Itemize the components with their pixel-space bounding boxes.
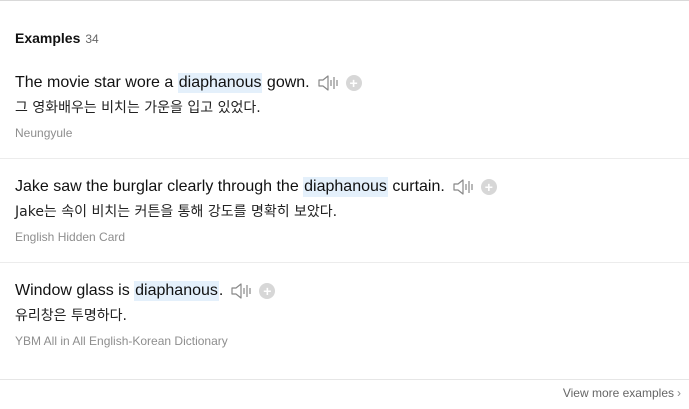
example-source: YBM All in All English-Korean Dictionary <box>15 334 228 348</box>
sentence-after: . <box>218 282 224 299</box>
example-sentence: Window glass is diaphanous. + <box>15 281 276 301</box>
sentence-after: curtain. <box>387 178 445 195</box>
chevron-right-icon: › <box>677 386 681 400</box>
examples-header: Examples 34 <box>15 30 99 46</box>
examples-count: 34 <box>85 32 99 46</box>
keyword-highlight: diaphanous <box>134 281 219 301</box>
keyword-highlight: diaphanous <box>303 177 388 197</box>
keyword-highlight: diaphanous <box>177 73 263 93</box>
example-sentence: The movie star wore a diaphanous gown. + <box>15 73 362 93</box>
speaker-icon[interactable] <box>229 281 253 301</box>
example-sentence: Jake saw the burglar clearly through the… <box>15 177 497 197</box>
sentence-before: Window glass is <box>15 282 135 299</box>
view-more-examples-link[interactable]: View more examples › <box>563 386 681 400</box>
section-title: Examples <box>15 30 81 46</box>
divider <box>0 262 689 263</box>
footer-divider <box>0 379 689 380</box>
example-source: Neungyule <box>15 126 73 140</box>
example-translation: Jake는 속이 비치는 커튼을 통해 강도를 명확히 보았다. <box>15 204 338 220</box>
example-source: English Hidden Card <box>15 230 126 244</box>
sentence-before: The movie star wore a <box>15 74 178 91</box>
example-translation: 유리창은 투명하다. <box>15 308 127 324</box>
sentence-before: Jake saw the burglar clearly through the <box>15 178 304 195</box>
example-translation: 그 영화배우는 비치는 가운을 입고 있었다. <box>15 100 261 116</box>
speaker-icon[interactable] <box>316 73 340 93</box>
add-plus-icon[interactable]: + <box>345 75 362 91</box>
add-plus-icon[interactable]: + <box>259 283 276 299</box>
top-divider <box>0 0 689 1</box>
divider <box>0 158 689 159</box>
add-plus-icon[interactable]: + <box>480 179 497 195</box>
sentence-after: gown. <box>262 74 310 91</box>
view-more-label: View more examples <box>562 386 674 400</box>
speaker-icon[interactable] <box>451 177 475 197</box>
